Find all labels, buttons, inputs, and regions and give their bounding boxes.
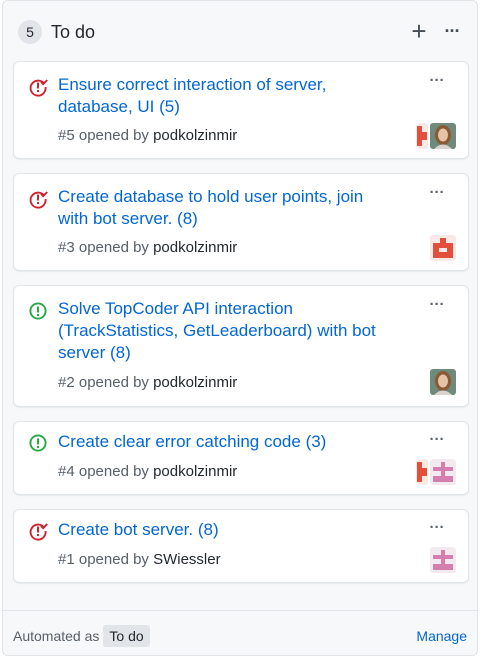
avatar-identicon-red[interactable] (416, 123, 428, 149)
issue-open-icon (28, 301, 48, 321)
issue-card[interactable]: Ensure correct interaction of server, da… (13, 61, 469, 159)
card-more-button[interactable]: ··· (424, 297, 450, 318)
avatar-identicon-red[interactable] (416, 459, 428, 485)
issue-number-text: #4 opened by (58, 463, 154, 480)
card-more-button[interactable]: ··· (424, 432, 450, 453)
issue-author-link[interactable]: podkolzinmir (153, 127, 237, 144)
issue-closed-icon (28, 189, 48, 209)
automated-label: Automated as (13, 628, 100, 644)
column-footer: Automated as To do Manage (3, 610, 477, 656)
issue-meta: #2 opened by podkolzinmir (58, 373, 237, 393)
issue-meta: #5 opened by podkolzinmir (58, 126, 237, 146)
project-column: 5 To do + ··· Ensure correct interaction… (2, 0, 478, 656)
column-more-button[interactable]: ··· (440, 18, 464, 46)
issue-meta: #3 opened by podkolzinmir (58, 238, 237, 258)
issue-number-text: #2 opened by (58, 374, 154, 391)
issue-closed-icon (28, 521, 48, 541)
issue-author-link[interactable]: podkolzinmir (153, 463, 237, 480)
issue-open-icon (28, 433, 48, 453)
assignee-avatars (416, 123, 458, 149)
automation-preset-pill: To do (103, 625, 150, 647)
card-more-button[interactable]: ··· (424, 73, 450, 94)
column-header: 5 To do + ··· (3, 1, 477, 59)
issue-card[interactable]: Create bot server. (8) #1 opened by SWie… (13, 509, 469, 583)
avatar-photo-woman[interactable] (430, 123, 456, 149)
issue-title-link[interactable]: Create clear error catching code (3) (58, 431, 388, 453)
issue-meta: #4 opened by podkolzinmir (58, 462, 237, 482)
column-count-badge: 5 (18, 20, 42, 44)
assignee-avatars (430, 235, 456, 261)
card-more-button[interactable]: ··· (424, 185, 450, 206)
issue-number-text: #3 opened by (58, 239, 154, 256)
avatar-identicon-pink[interactable] (430, 459, 456, 485)
issue-meta: #1 opened by SWiessler (58, 550, 221, 570)
issue-author-link[interactable]: podkolzinmir (153, 239, 237, 256)
issue-title-link[interactable]: Solve TopCoder API interaction (TrackSta… (58, 298, 398, 364)
assignee-avatars (430, 369, 456, 395)
issue-author-link[interactable]: podkolzinmir (153, 374, 237, 391)
avatar-photo-woman[interactable] (430, 369, 456, 395)
issue-number-text: #1 opened by (58, 551, 154, 568)
issue-title-link[interactable]: Ensure correct interaction of server, da… (58, 74, 388, 118)
automation-status: Automated as To do (13, 624, 150, 648)
issue-title-link[interactable]: Create database to hold user points, joi… (58, 186, 388, 230)
avatar-identicon-pink[interactable] (430, 547, 456, 573)
manage-automation-link[interactable]: Manage (416, 624, 467, 648)
issue-title-link[interactable]: Create bot server. (8) (58, 519, 388, 541)
issue-number-text: #5 opened by (58, 127, 154, 144)
issue-author-link[interactable]: SWiessler (153, 551, 221, 568)
issue-card[interactable]: Create database to hold user points, joi… (13, 173, 469, 271)
issue-card[interactable]: Create clear error catching code (3) #4 … (13, 421, 469, 495)
avatar-identicon-red[interactable] (430, 235, 456, 261)
assignee-avatars (416, 459, 458, 485)
assignee-avatars (430, 547, 456, 573)
column-title: To do (51, 22, 96, 42)
card-more-button[interactable]: ··· (424, 520, 450, 541)
issue-card[interactable]: Solve TopCoder API interaction (TrackSta… (13, 285, 469, 407)
issue-closed-icon (28, 77, 48, 97)
add-card-button[interactable]: + (407, 18, 431, 46)
